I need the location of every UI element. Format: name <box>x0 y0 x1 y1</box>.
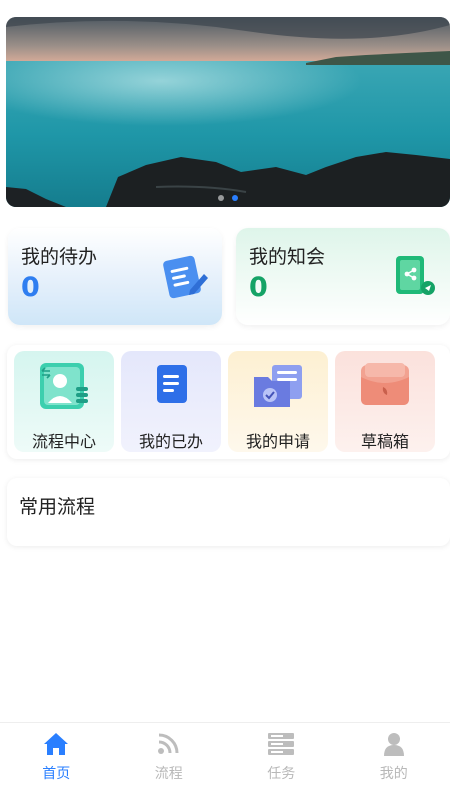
carousel-dot[interactable] <box>218 195 224 201</box>
quick-label-my-done: 我的已办 <box>121 428 221 452</box>
quick-my-application[interactable]: 我的申请 <box>228 351 328 452</box>
tab-label-process: 流程 <box>113 763 226 783</box>
home-icon <box>0 732 113 756</box>
my-notify-count: 0 <box>249 272 268 303</box>
common-processes-panel: 常用流程 <box>7 478 450 546</box>
my-todo-card[interactable]: 我的待办 0 <box>8 228 222 325</box>
draft-box-icon <box>335 361 435 413</box>
feed-icon <box>113 732 226 756</box>
tab-label-mine: 我的 <box>338 763 450 783</box>
quick-draft-box[interactable]: 草稿箱 <box>335 351 435 452</box>
my-todo-count: 0 <box>21 272 40 303</box>
server-icon <box>225 732 338 756</box>
banner-image <box>6 17 450 207</box>
my-notify-title: 我的知会 <box>249 242 325 269</box>
application-folder-icon <box>228 361 328 413</box>
my-todo-title: 我的待办 <box>21 242 97 269</box>
common-processes-title: 常用流程 <box>19 492 95 519</box>
tab-task[interactable]: 任务 <box>225 723 338 801</box>
my-notify-card[interactable]: 我的知会 0 <box>236 228 450 325</box>
tab-process[interactable]: 流程 <box>113 723 226 801</box>
tab-label-home: 首页 <box>0 763 113 783</box>
quick-my-done[interactable]: 我的已办 <box>121 351 221 452</box>
quick-label-my-application: 我的申请 <box>228 428 328 452</box>
tab-label-task: 任务 <box>225 763 338 783</box>
user-icon <box>338 732 450 756</box>
quick-label-process-center: 流程中心 <box>14 428 114 452</box>
share-document-icon <box>392 254 438 304</box>
quick-actions-panel: 流程中心 我的已办 我的申请 <box>7 345 450 459</box>
quick-label-draft-box: 草稿箱 <box>335 428 435 452</box>
process-center-icon <box>14 361 114 413</box>
banner-carousel[interactable] <box>6 17 450 207</box>
carousel-dot-active[interactable] <box>232 195 238 201</box>
document-done-icon <box>121 361 221 413</box>
bottom-tab-bar: 首页 流程 任务 <box>0 722 450 801</box>
tab-mine[interactable]: 我的 <box>338 723 450 801</box>
tab-home[interactable]: 首页 <box>0 723 113 801</box>
quick-process-center[interactable]: 流程中心 <box>14 351 114 452</box>
edit-document-icon <box>160 254 210 304</box>
